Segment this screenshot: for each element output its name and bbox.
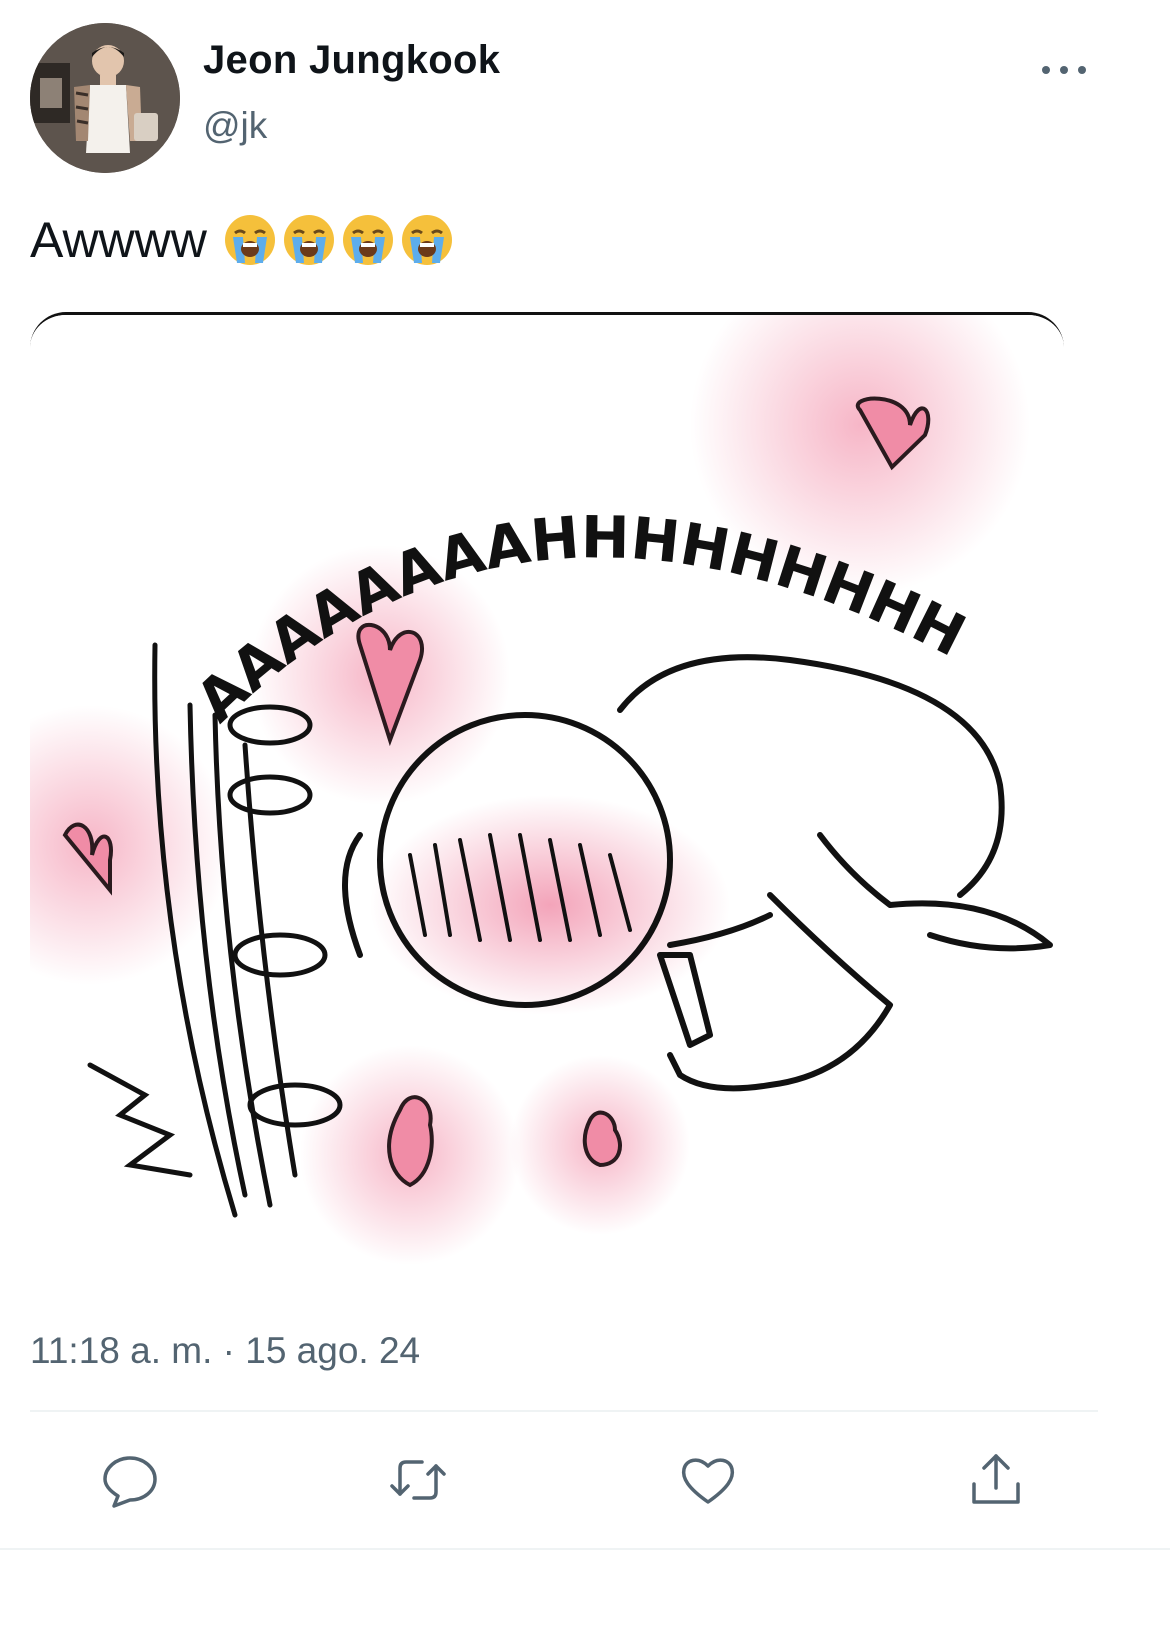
retweet-icon [390, 1460, 446, 1500]
loudly-crying-face-icon [283, 215, 334, 265]
like-button[interactable] [678, 1450, 738, 1510]
author-name[interactable]: Jeon Jungkook [203, 38, 500, 83]
tweet-text-content: Awwww [30, 212, 207, 268]
more-dot [1060, 66, 1068, 74]
avatar-photo [30, 23, 180, 173]
author-handle[interactable]: @jk [203, 105, 267, 147]
loudly-crying-face-icon [401, 215, 452, 265]
loudly-crying-face-icon [224, 215, 275, 265]
bottom-divider [0, 1548, 1170, 1550]
tweet-media-image[interactable]: AAAAAAAAHHHHHHHHH [30, 312, 1064, 1301]
divider [30, 1410, 1098, 1412]
share-icon [972, 1454, 1020, 1504]
emoji-group [223, 213, 459, 267]
meme-illustration: AAAAAAAAHHHHHHHHH [30, 315, 1064, 1301]
more-options-icon[interactable] [1042, 55, 1086, 85]
share-button[interactable] [966, 1450, 1026, 1510]
more-dot [1078, 66, 1086, 74]
like-icon [681, 1458, 735, 1504]
tweet-text: Awwww [30, 210, 459, 270]
tweet-timestamp[interactable]: 11:18 a. m. · 15 ago. 24 [30, 1330, 420, 1372]
reply-button[interactable] [100, 1450, 160, 1510]
reply-icon [103, 1456, 157, 1508]
retweet-button[interactable] [388, 1450, 448, 1510]
loudly-crying-face-icon [342, 215, 393, 265]
more-dot [1042, 66, 1050, 74]
author-avatar[interactable] [30, 23, 180, 173]
